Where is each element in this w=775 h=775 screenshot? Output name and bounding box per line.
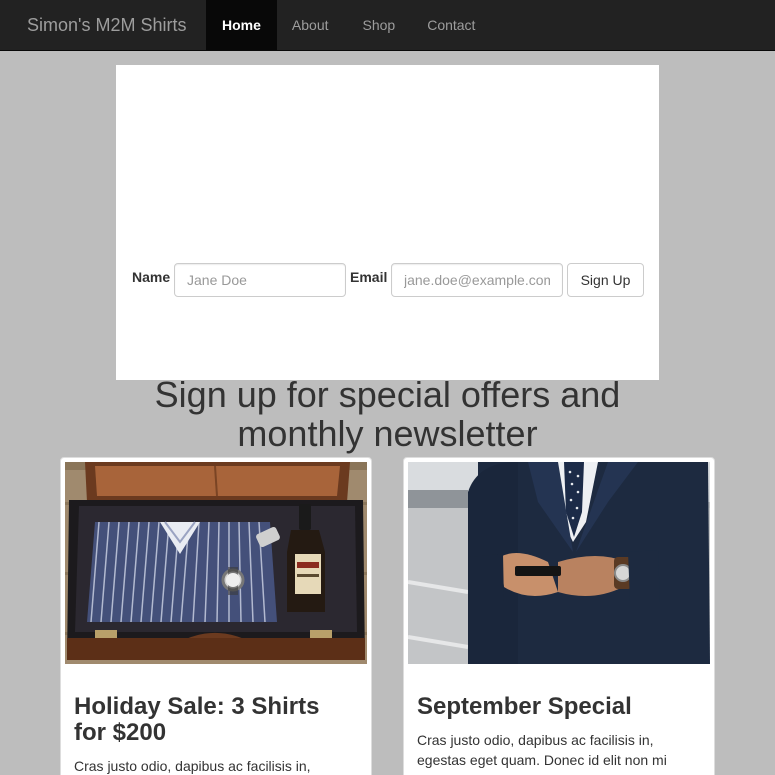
nav-link-contact[interactable]: Contact [411, 0, 491, 50]
navbar: Simon's M2M Shirts Home About Shop Conta… [0, 0, 775, 51]
nav-item-about: About [277, 0, 347, 50]
sign-up-button[interactable]: Sign Up [567, 263, 644, 297]
email-label: Email [350, 269, 388, 285]
name-label: Name [132, 269, 171, 285]
nav-link-about[interactable]: About [277, 0, 347, 50]
nav-item-home: Home [206, 0, 277, 50]
brand-link[interactable]: Simon's M2M Shirts [27, 0, 186, 50]
nav-link-home[interactable]: Home [206, 0, 277, 50]
signup-form: Name Email Sign Up [116, 263, 659, 297]
card-text: Cras justo odio, dapibus ac facilisis in… [74, 758, 311, 774]
card-body: Holiday Sale: 3 Shirts for $200 Cras jus… [65, 664, 367, 775]
name-input[interactable] [174, 263, 346, 297]
email-input[interactable] [391, 263, 563, 297]
signup-title: Sign up for special offers and monthly n… [154, 374, 621, 454]
nav-item-shop: Shop [347, 0, 412, 50]
product-card-september: September Special Cras justo odio, dapib… [403, 457, 715, 775]
card-body: September Special Cras justo odio, dapib… [408, 664, 710, 775]
nav-menu: Home About Shop Contact [206, 0, 491, 50]
suitcase-shirt-image [65, 462, 367, 664]
card-title: September Special [417, 693, 632, 720]
card-text: Cras justo odio, dapibus ac facilisis in… [417, 732, 689, 775]
product-card-holiday: Holiday Sale: 3 Shirts for $200 Cras jus… [60, 457, 372, 775]
nav-link-shop[interactable]: Shop [347, 0, 412, 50]
nav-item-contact: Contact [411, 0, 491, 50]
signup-panel: Sign up for special offers and monthly n… [116, 65, 659, 453]
card-title: Holiday Sale: 3 Shirts for $200 [74, 693, 320, 746]
man-in-suit-image [408, 462, 710, 664]
